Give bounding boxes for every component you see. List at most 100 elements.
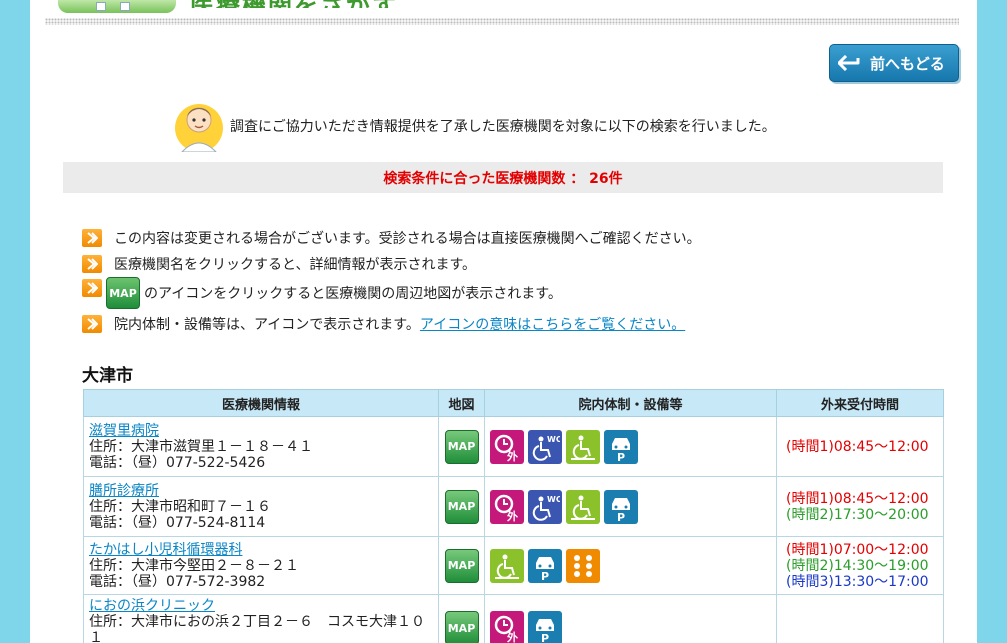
table-header-row: 医療機関情報 地図 院内体制・設備等 外来受付時間 [83,389,944,417]
time-out-icon[interactable]: 外 [490,611,524,643]
arrow-bullet-icon [82,229,102,247]
hours-cell: (時間1)08:45～12:00 (時間2)17:30～20:00 [776,476,944,537]
back-button-label: 前へもどる [870,54,945,73]
hospital-address: 住所：大津市滋賀里１－１８－４１ [89,438,313,455]
facility-cell: 外 WC P [484,416,777,477]
info-cell: におの浜クリニック 住所：大津市におの浜２丁目２－６ コスモ大津１０１ [83,594,439,643]
note-text: この内容は変更される場合がございます。受診される場合は直接医療機関へご確認くださ… [114,231,701,247]
arrow-bullet-icon [82,315,102,333]
braille-icon[interactable] [566,548,600,583]
header-title: 医療機関をさがす [190,0,430,8]
parking-icon[interactable]: P [604,489,638,524]
info-cell: 滋賀里病院 住所：大津市滋賀里１－１８－４１ 電話：（昼）077-522-542… [83,416,439,477]
column-header-hours: 外来受付時間 [776,389,944,417]
map-button[interactable]: MAP [444,548,479,583]
table-row: たかはし小児科循環器科 住所：大津市今堅田２－８－２１ 電話：（昼）077-57… [83,536,944,595]
time-out-icon[interactable]: 外 [490,489,524,524]
page: 医療機関をさがす 前へもどる 調査にご協力いただき情報提供を了承した医療機関を対… [30,0,977,643]
facility-icons: P [490,548,776,583]
icon-legend-link[interactable]: アイコンの意味はこちらをご覧ください。 [420,314,685,334]
note-text: 医療機関名をクリックすると、詳細情報が表示されます。 [114,257,477,273]
hours-slot-2: (時間2)17:30～20:00 [786,506,929,523]
hospital-phone: 電話：（昼）077-572-3982 [89,573,266,590]
column-header-facility: 院内体制・設備等 [484,389,777,417]
hospital-address: 住所：大津市昭和町７－１６ [89,498,271,515]
back-button[interactable]: 前へもどる [829,44,959,82]
hours-slot-2: (時間2)14:30～19:00 [786,557,929,574]
time-out-glyph: 外 [506,509,518,522]
hospital-name-link[interactable]: 膳所診療所 [89,483,433,499]
facility-icons: 外 P [490,611,776,643]
arrow-bullet-icon [82,279,102,297]
facility-cell: 外 WC P [484,476,777,537]
city-heading: 大津市 [82,366,133,386]
hospital-address: 住所：大津市におの浜２丁目２－６ コスモ大津１０１ [89,614,425,643]
parking-glyph: P [617,511,625,522]
time-out-icon[interactable]: 外 [490,429,524,464]
info-cell: 膳所診療所 住所：大津市昭和町７－１６ 電話：（昼）077-524-8114 [83,476,439,537]
header-divider [45,18,959,25]
parking-glyph: P [541,570,549,581]
header-logo [58,0,176,13]
map-button[interactable]: MAP [444,489,479,524]
map-icon: MAP [106,277,140,309]
wc-glyph: WC [547,495,560,504]
hours-cell: (時間1)08:45～12:00 [776,416,944,477]
wheelchair-icon[interactable] [490,548,524,583]
column-header-info: 医療機関情報 [83,389,439,417]
wheelchair-icon[interactable] [566,489,600,524]
hospital-name-link[interactable]: たかはし小児科循環器科 [89,542,433,558]
hours-cell: (時間1)07:00～12:00 (時間2)14:30～19:00 (時間3)1… [776,536,944,595]
hospital-name-link[interactable]: 滋賀里病院 [89,423,433,439]
parking-glyph: P [541,632,549,643]
parking-icon[interactable]: P [604,429,638,464]
hours-cell [776,594,944,643]
info-cell: たかはし小児科循環器科 住所：大津市今堅田２－８－２１ 電話：（昼）077-57… [83,536,439,595]
note-item: この内容は変更される場合がございます。受診される場合は直接医療機関へご確認くださ… [82,228,701,248]
map-cell: MAP [438,416,485,477]
time-out-glyph: 外 [506,630,518,643]
wheelchair-icon[interactable] [566,429,600,464]
hours-slot-1: (時間1)07:00～12:00 [786,541,929,558]
hospital-phone: 電話：（昼）077-524-8114 [89,514,266,531]
wc-icon[interactable]: WC [528,429,562,464]
facility-cell: 外 P [484,594,777,643]
intro-text: 調査にご協力いただき情報提供を了承した医療機関を対象に以下の検索を行いました。 [230,119,776,135]
result-count: 検索条件に合った医療機関数 ： 26件 [383,170,623,187]
table-row: 滋賀里病院 住所：大津市滋賀里１－１８－４１ 電話：（昼）077-522-542… [83,416,944,477]
doctor-avatar-icon [175,104,223,152]
hours-slot-3: (時間3)13:30～17:00 [786,573,929,590]
map-button[interactable]: MAP [444,429,479,464]
map-cell: MAP [438,536,485,595]
time-out-glyph: 外 [506,449,518,462]
hospital-name-link[interactable]: におの浜クリニック [89,598,433,614]
facility-cell: P [484,536,777,595]
header: 医療機関をさがす [30,0,977,18]
parking-icon[interactable]: P [528,548,562,583]
note-item: 院内体制・設備等は、アイコンで表示されます。 アイコンの意味はこちらをご覧くださ… [82,314,685,334]
table-row: におの浜クリニック 住所：大津市におの浜２丁目２－６ コスモ大津１０１ MAP … [83,594,944,643]
column-header-map: 地図 [438,389,485,417]
hours-slot-1: (時間1)08:45～12:00 [786,438,929,455]
note-item: MAP のアイコンをクリックすると医療機関の周辺地図が表示されます。 [82,277,562,309]
arrow-bullet-icon [82,255,102,273]
hospital-address: 住所：大津市今堅田２－８－２１ [89,557,299,574]
hours-slot-1: (時間1)08:45～12:00 [786,490,929,507]
table-row: 膳所診療所 住所：大津市昭和町７－１６ 電話：（昼）077-524-8114 M… [83,476,944,537]
wc-glyph: WC [547,435,560,444]
back-arrow-icon [838,55,860,71]
map-cell: MAP [438,594,485,643]
facility-icons: 外 WC P [490,429,776,464]
result-count-bar: 検索条件に合った医療機関数 ： 26件 [63,162,943,193]
wc-icon[interactable]: WC [528,489,562,524]
hospital-table: 医療機関情報 地図 院内体制・設備等 外来受付時間 滋賀里病院 住所：大津市滋賀… [83,389,944,643]
facility-icons: 外 WC P [490,489,776,524]
note-item: 医療機関名をクリックすると、詳細情報が表示されます。 [82,254,476,274]
hospital-phone: 電話：（昼）077-522-5426 [89,454,266,471]
parking-glyph: P [617,451,625,462]
note-text: 院内体制・設備等は、アイコンで表示されます。 [114,317,420,333]
map-button[interactable]: MAP [444,611,479,643]
parking-icon[interactable]: P [528,611,562,643]
map-cell: MAP [438,476,485,537]
note-text: のアイコンをクリックすると医療機関の周辺地図が表示されます。 [144,286,562,302]
